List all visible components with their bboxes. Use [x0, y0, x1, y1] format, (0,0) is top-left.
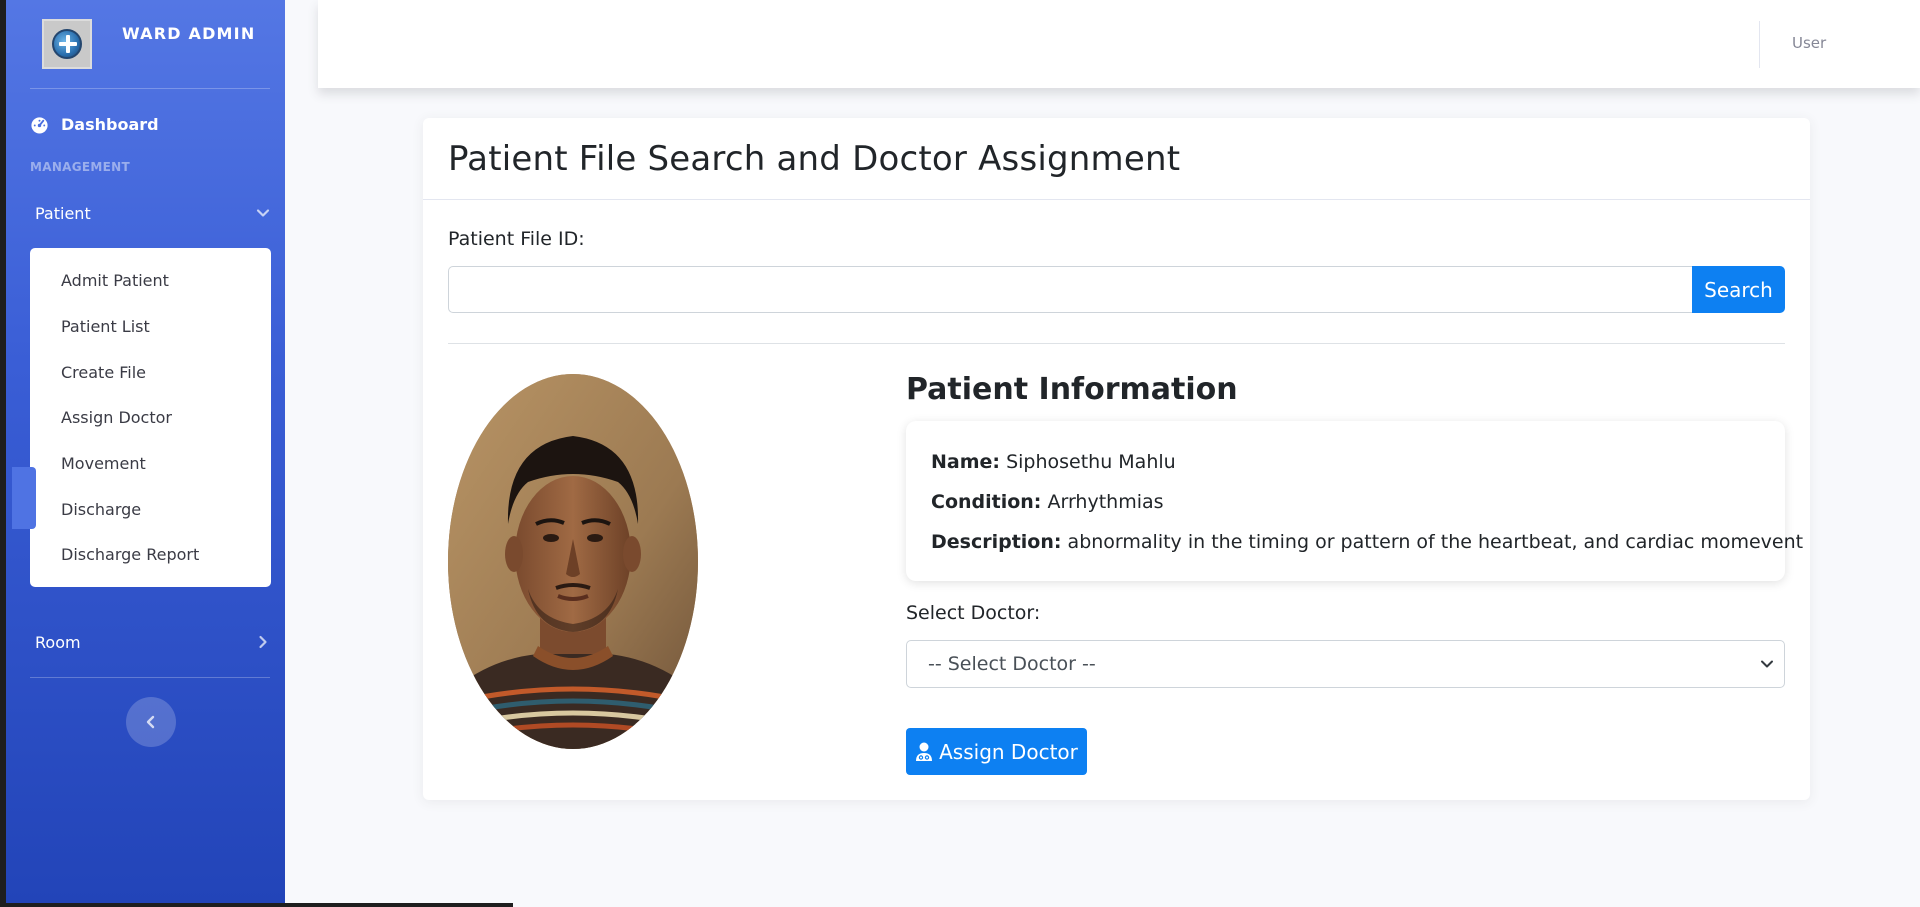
brand-logo [42, 19, 92, 69]
patient-description-row: Description: abnormality in the timing o… [931, 527, 1803, 567]
patient-file-id-input[interactable] [448, 266, 1692, 313]
sidebar-divider [30, 677, 270, 678]
bottom-strip [0, 903, 513, 907]
tachometer-icon [31, 116, 48, 134]
submenu-item-discharge[interactable]: Discharge [30, 486, 271, 532]
patient-information-title: Patient Information [906, 372, 1238, 407]
select-doctor-label: Select Doctor: [906, 602, 1041, 624]
chevron-down-icon [1761, 660, 1773, 668]
section-divider [448, 343, 1785, 344]
brand[interactable]: WARD ADMIN [42, 19, 297, 69]
sidebar-item-patient[interactable]: Patient [35, 198, 270, 228]
doctor-select-value: -- Select Doctor -- [928, 653, 1096, 675]
search-group: Search [448, 266, 1785, 313]
user-doctor-icon [916, 742, 933, 761]
search-button[interactable]: Search [1692, 266, 1785, 313]
sidebar-toggle-button[interactable] [126, 697, 176, 747]
patient-name-value: Siphosethu Mahlu [1006, 451, 1176, 473]
sidebar-item-label: Room [35, 632, 81, 652]
section-heading-management: MANAGEMENT [30, 160, 130, 174]
sidebar-divider [30, 88, 270, 89]
patient-submenu: Admit Patient Patient List Create File A… [30, 248, 271, 587]
submenu-item-movement[interactable]: Movement [30, 441, 271, 487]
patient-condition-value: Arrhythmias [1047, 491, 1164, 513]
patient-condition-label: Condition: [931, 491, 1042, 513]
user-menu[interactable]: User [1792, 34, 1826, 52]
assign-doctor-label: Assign Doctor [939, 739, 1078, 764]
card-header: Patient File Search and Doctor Assignmen… [423, 118, 1810, 200]
patient-info-box: Name: Siphosethu Mahlu Condition: Arrhyt… [906, 421, 1803, 581]
submenu-item-create-file[interactable]: Create File [30, 349, 271, 395]
doctor-select[interactable]: -- Select Doctor -- [906, 640, 1785, 688]
submenu-item-admit-patient[interactable]: Admit Patient [30, 258, 271, 304]
chevron-left-icon [146, 715, 155, 729]
patient-photo [448, 374, 698, 749]
patient-description-label: Description: [931, 531, 1062, 553]
sidebar-item-label: Dashboard [61, 114, 159, 134]
side-tab-handle[interactable] [12, 467, 36, 529]
patient-condition-row: Condition: Arrhythmias [931, 487, 1760, 527]
patient-name-row: Name: Siphosethu Mahlu [931, 447, 1760, 487]
submenu-item-assign-doctor[interactable]: Assign Doctor [30, 395, 271, 441]
topbar: User [318, 0, 1920, 88]
patient-description-value: abnormality in the timing or pattern of … [1067, 531, 1804, 553]
patient-name-label: Name: [931, 451, 1001, 473]
brand-title: WARD ADMIN [122, 23, 256, 43]
page-title: Patient File Search and Doctor Assignmen… [448, 138, 1181, 179]
sidebar-item-room[interactable]: Room [35, 627, 270, 657]
submenu-item-discharge-report[interactable]: Discharge Report [30, 532, 271, 578]
sidebar: WARD ADMIN Dashboard MANAGEMENT Patient … [0, 0, 285, 907]
chevron-right-icon [259, 635, 267, 649]
assign-doctor-button[interactable]: Assign Doctor [906, 728, 1087, 775]
chevron-down-icon [256, 209, 270, 217]
patient-file-id-label: Patient File ID: [448, 228, 585, 250]
topbar-divider [1759, 21, 1760, 68]
main-card: Patient File Search and Doctor Assignmen… [423, 118, 1810, 800]
patient-portrait-image [448, 374, 698, 749]
submenu-item-patient-list[interactable]: Patient List [30, 304, 271, 350]
sidebar-item-dashboard[interactable]: Dashboard [30, 112, 159, 136]
sidebar-item-label: Patient [35, 203, 91, 223]
